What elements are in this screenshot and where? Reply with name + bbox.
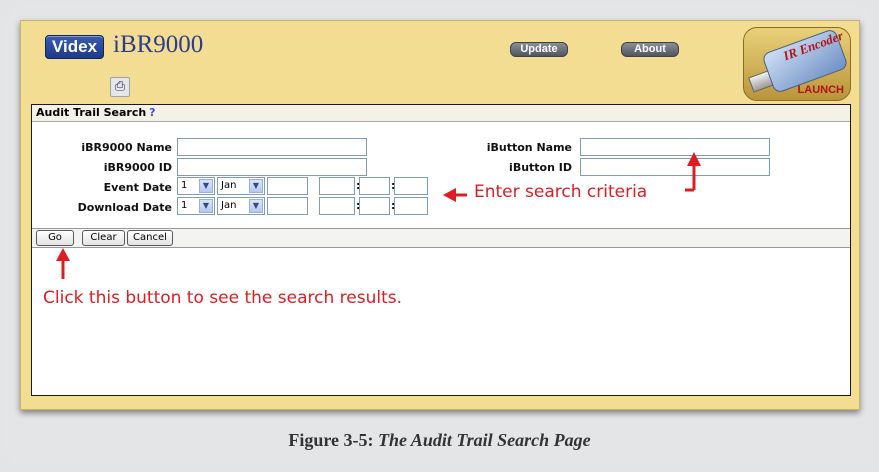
about-button[interactable]: About [621, 42, 679, 57]
chevron-down-icon: ▼ [199, 199, 213, 213]
go-button-annotation: Click this button to see the search resu… [43, 288, 402, 308]
event-minute-input[interactable] [359, 177, 390, 195]
ibutton-name-label: iButton Name [486, 141, 572, 154]
app-window: Videx iBR9000 ⎙ Update About IR Encoder … [20, 20, 860, 410]
figure-number: Figure 3-5: [288, 430, 374, 450]
event-month-value: Jan [221, 180, 237, 191]
search-form: iBR9000 Name iBR9000 ID Event Date 1 ▼ Ja… [32, 122, 850, 228]
figure-title: The Audit Trail Search Page [377, 430, 591, 450]
download-month-value: Jan [221, 200, 237, 211]
launch-label: LAUNCH [797, 84, 844, 96]
download-year-input[interactable] [267, 197, 308, 215]
cancel-button[interactable]: Cancel [127, 230, 173, 246]
event-day-value: 1 [181, 180, 188, 191]
event-month-select[interactable]: Jan ▼ [217, 177, 265, 195]
download-hour-input[interactable] [319, 197, 355, 215]
download-month-select[interactable]: Jan ▼ [217, 197, 265, 215]
ibr-name-label: iBR9000 Name [81, 141, 172, 154]
search-criteria-annotation: Enter search criteria [474, 182, 648, 202]
button-bar: Go Clear Cancel [32, 228, 850, 248]
panel-header: Audit Trail Search? [32, 105, 850, 122]
download-day-select[interactable]: 1 ▼ [177, 197, 215, 215]
download-minute-input[interactable] [359, 197, 390, 215]
ibr-name-input[interactable] [177, 138, 367, 156]
figure-caption: Figure 3-5: The Audit Trail Search Page [0, 430, 879, 451]
event-date-label: Event Date [103, 181, 172, 194]
launch-encoder-button[interactable]: IR Encoder LAUNCH [743, 27, 851, 101]
ibutton-name-input[interactable] [580, 138, 770, 156]
chevron-down-icon: ▼ [249, 199, 263, 213]
ibr-id-label: iBR9000 ID [103, 161, 172, 174]
product-name: iBR9000 [113, 31, 204, 58]
clear-button[interactable]: Clear [82, 230, 125, 246]
chevron-down-icon: ▼ [199, 179, 213, 193]
ibutton-id-label: iButton ID [509, 161, 572, 174]
videx-logo-text: Videx [52, 37, 98, 56]
audit-trail-search-panel: Audit Trail Search? iBR9000 Name iBR9000… [31, 104, 851, 396]
event-year-input[interactable] [267, 177, 308, 195]
videx-logo: Videx [45, 35, 105, 59]
help-icon[interactable]: ? [149, 106, 155, 119]
download-day-value: 1 [181, 200, 188, 211]
go-button[interactable]: Go [36, 230, 74, 246]
ibr-id-input[interactable] [177, 158, 367, 176]
chevron-down-icon: ▼ [249, 179, 263, 193]
download-second-input[interactable] [394, 197, 428, 215]
ibutton-id-input[interactable] [580, 158, 770, 176]
event-day-select[interactable]: 1 ▼ [177, 177, 215, 195]
update-button[interactable]: Update [510, 42, 568, 57]
printer-icon[interactable]: ⎙ [110, 77, 130, 97]
panel-title: Audit Trail Search [36, 106, 147, 119]
event-second-input[interactable] [394, 177, 428, 195]
event-hour-input[interactable] [319, 177, 355, 195]
download-date-label: Download Date [77, 201, 172, 214]
